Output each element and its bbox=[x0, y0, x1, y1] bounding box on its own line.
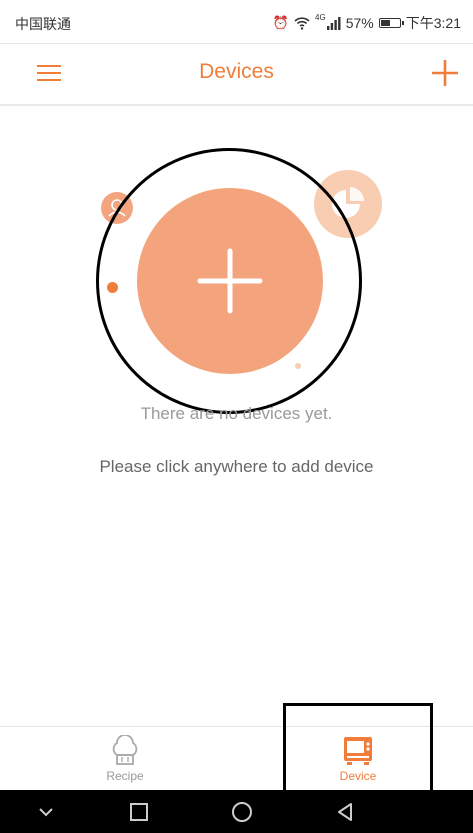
add-device-hint: Please click anywhere to add device bbox=[99, 457, 374, 476]
carrier-name: 中国联通 bbox=[15, 16, 71, 32]
tab-recipe-label: Recipe bbox=[106, 769, 144, 783]
wifi-icon bbox=[294, 17, 310, 30]
plus-icon bbox=[197, 248, 263, 314]
tab-recipe[interactable]: Recipe bbox=[55, 727, 195, 791]
decor-chart-bubble-icon bbox=[314, 170, 382, 238]
system-nav-bar bbox=[0, 790, 473, 833]
device-icon bbox=[344, 737, 372, 765]
network-type: 4G bbox=[315, 13, 326, 22]
bottom-tab-bar: Recipe Device bbox=[0, 726, 473, 790]
battery-level bbox=[380, 20, 391, 26]
alarm-icon: ⏰ bbox=[272, 15, 290, 30]
signal-icon bbox=[326, 16, 341, 30]
clock: 下午3:21 bbox=[405, 15, 461, 31]
decor-bubble-icon bbox=[101, 192, 133, 224]
tab-device-label: Device bbox=[339, 769, 377, 783]
plus-icon bbox=[432, 60, 458, 86]
tab-device[interactable]: Device bbox=[288, 727, 428, 791]
battery-icon bbox=[378, 18, 404, 28]
empty-state-area[interactable]: There are no devices yet. Please click a… bbox=[0, 106, 473, 726]
chevron-down-icon[interactable] bbox=[34, 800, 58, 824]
decor-dot bbox=[107, 282, 118, 293]
page-title: Devices bbox=[199, 60, 274, 83]
add-device-circle-button[interactable] bbox=[137, 188, 323, 374]
recent-apps-icon[interactable] bbox=[127, 800, 151, 824]
home-icon[interactable] bbox=[230, 800, 254, 824]
status-bar: 中国联通 ⏰ 4G 57% 下午3:21 bbox=[0, 0, 473, 44]
back-icon[interactable] bbox=[333, 800, 357, 824]
app-header: Devices bbox=[0, 44, 473, 106]
empty-message: There are no devices yet. bbox=[140, 404, 333, 423]
battery-percent: 57% bbox=[345, 15, 374, 31]
chef-hat-icon bbox=[112, 735, 138, 765]
add-device-button[interactable] bbox=[430, 58, 460, 88]
status-indicators: ⏰ 4G 57% 下午3:21 bbox=[273, 13, 461, 33]
